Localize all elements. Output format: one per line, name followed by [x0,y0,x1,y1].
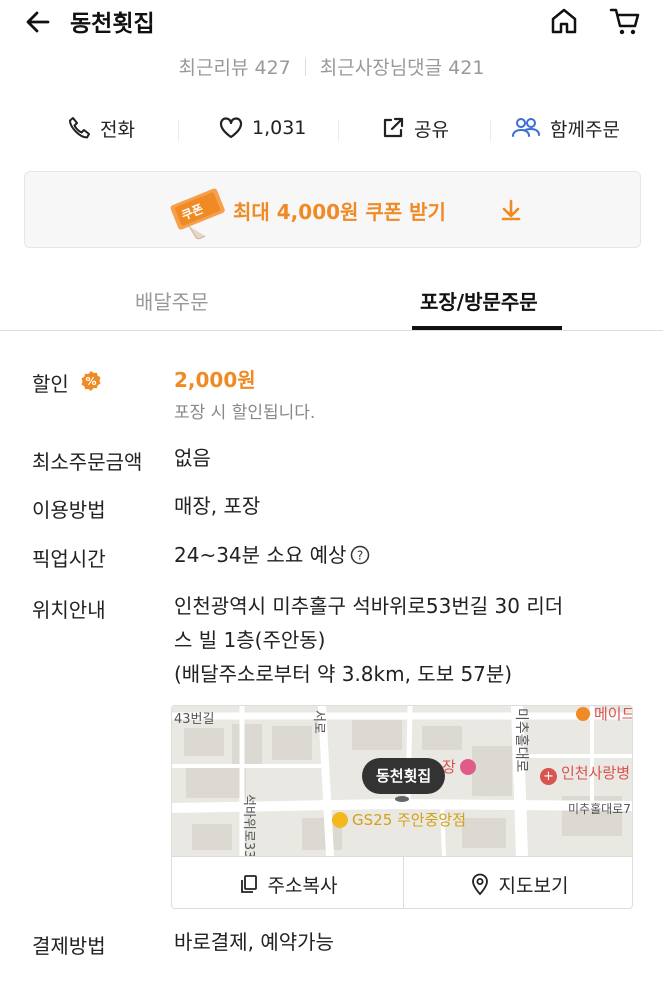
recent-review-count[interactable]: 최근리뷰 427 [179,57,291,79]
owner-reply-count[interactable]: 최근사장님댓글 421 [320,57,485,79]
discount-value: 2,000원 [174,368,256,392]
like-count: 1,031 [252,117,307,139]
coupon-banner[interactable]: 쿠폰 최대 4,000원 쿠폰 받기 [24,171,641,248]
map-pin-dot [395,796,409,802]
tab-delivery-order[interactable]: 배달주문 [135,286,209,315]
action-divider [338,120,339,142]
group-order-button[interactable]: 함께주문 [510,106,620,150]
action-bar: 전화 1,031 공유 함께주문 [0,106,663,150]
location-map-card: 43번길 서로 미추홀대로 석바위로33 미추홀대로7 메이드 장 + 인천사랑병… [171,705,633,909]
percent-badge-icon: % [80,370,102,392]
copy-address-button[interactable]: 주소복사 [172,857,403,908]
share-button[interactable]: 공유 [380,106,449,150]
help-icon[interactable]: ? [350,542,370,574]
view-map-label: 지도보기 [498,874,569,897]
call-button[interactable]: 전화 [66,106,135,150]
pickup-time-row: 24~34분 소요 예상? [174,539,370,574]
min-order-value: 없음 [174,446,211,470]
map-street-label: 미추홀대로 [513,708,529,773]
review-summary: 최근리뷰 427 최근사장님댓글 421 [0,53,663,80]
action-divider [178,120,179,142]
home-icon[interactable] [548,5,580,37]
back-arrow-icon[interactable] [22,6,54,38]
pickup-time-value: 24~34분 소요 예상 [174,543,347,567]
share-icon [383,117,404,138]
tab-divider [0,330,663,331]
cart-icon[interactable] [608,5,642,37]
payment-value: 바로결제, 예약가능 [174,930,334,954]
download-arrow-icon [499,198,523,226]
location-line-2: 스 빌 1층(주안동) [174,628,326,652]
location-label: 위치안내 [32,598,106,622]
group-order-label: 함께주문 [550,118,620,141]
map-poi-gs25: GS25 주안중앙점 [332,809,466,830]
page-title: 동천횟집 [70,11,155,37]
location-distance: (배달주소로부터 약 3.8km, 도보 57분) [174,662,513,686]
map-actions: 주소복사 지도보기 [172,856,632,908]
map-store-pin[interactable]: 동천횟집 [362,758,446,794]
usage-value: 매장, 포장 [174,494,261,518]
copy-address-label: 주소복사 [267,874,338,897]
map-street-label: 서로 [311,710,326,734]
copy-icon [240,875,257,893]
location-line-1: 인천광역시 미추홀구 석바위로53번길 30 리더 [174,594,564,618]
coupon-ticket-icon: 쿠폰 [167,182,229,242]
map-poi-label: 메이드 [576,706,632,724]
map-poi-label: 장 [442,756,476,777]
header: 동천횟집 [0,0,663,44]
payment-label: 결제방법 [32,934,106,958]
view-map-button[interactable]: 지도보기 [403,857,632,908]
location-pin-icon [471,873,488,896]
map-view[interactable]: 43번길 서로 미추홀대로 석바위로33 미추홀대로7 메이드 장 + 인천사랑병… [172,706,632,856]
min-order-label: 최소주문금액 [32,450,143,474]
usage-label: 이용방법 [32,498,106,522]
heart-icon [219,117,243,139]
map-street-label: 석바위로33 [241,794,256,856]
discount-label: 할인 [32,372,69,396]
action-divider [490,120,491,142]
share-label: 공유 [414,118,449,141]
map-street-label: 43번길 [174,712,215,727]
phone-icon [69,117,90,139]
map-street-label: 미추홀대로7 [568,802,631,816]
review-separator [304,58,306,76]
pickup-time-label: 픽업시간 [32,547,106,571]
like-button[interactable]: 1,031 [218,106,306,150]
coupon-label: 최대 4,000원 쿠폰 받기 [233,200,446,224]
call-label: 전화 [100,118,135,141]
discount-note: 포장 시 할인됩니다. [174,403,316,423]
svg-text:%: % [85,375,96,388]
svg-text:?: ? [357,549,363,563]
map-poi-hospital: + 인천사랑병 [540,762,630,785]
group-people-icon [512,118,540,137]
tab-pickup-order[interactable]: 포장/방문주문 [420,286,538,315]
